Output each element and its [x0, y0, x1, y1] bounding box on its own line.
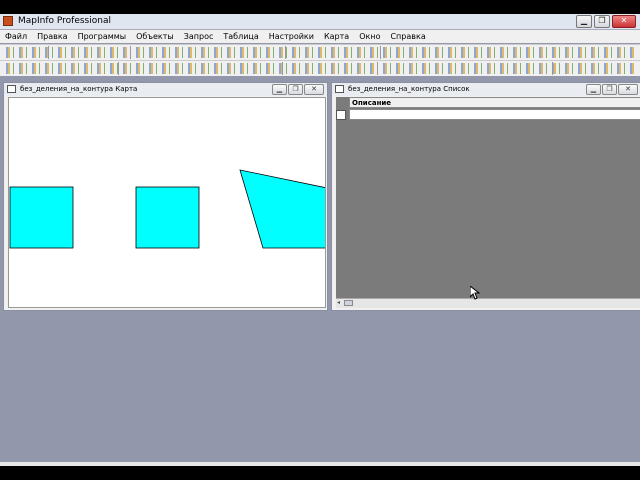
map-maximize-button[interactable]: ❐: [288, 84, 303, 95]
toolbar-separator: [285, 46, 286, 59]
column-header-description[interactable]: Описание: [349, 97, 640, 108]
map-region-trapezoid[interactable]: [239, 169, 326, 249]
browser-window-icon: [335, 85, 344, 93]
map-region-square-left[interactable]: [9, 186, 74, 249]
map-window[interactable]: без_деления_на_контура Карта ▁ ❐ ✕: [3, 82, 328, 311]
map-region-square-center[interactable]: [135, 186, 200, 249]
browser-maximize-button[interactable]: ❐: [602, 84, 617, 95]
application-window: MapInfo Professional ▁ ❐ ✕ Файл Правка П…: [0, 14, 640, 466]
scrollbar-thumb[interactable]: [344, 300, 353, 306]
minimize-button[interactable]: ▁: [576, 15, 592, 28]
toolbar-separator: [380, 46, 381, 59]
tools-toolbar: [0, 60, 640, 76]
horizontal-scrollbar[interactable]: ◂: [336, 298, 640, 308]
app-title: MapInfo Professional: [18, 16, 111, 26]
browser-window-titlebar[interactable]: без_деления_на_контура Список ▁ ❐ ✕: [332, 83, 640, 96]
row-selector-checkbox[interactable]: [336, 110, 346, 120]
status-bar: [0, 462, 640, 466]
map-window-title: без_деления_на_контура Карта: [20, 85, 138, 93]
standard-toolbar: [0, 44, 640, 60]
mapinfo-app-icon: [3, 16, 13, 26]
map-window-controls: ▁ ❐ ✕: [272, 84, 324, 95]
map-minimize-button[interactable]: ▁: [272, 84, 287, 95]
menu-objects[interactable]: Объекты: [131, 32, 179, 41]
toolbar-separator: [118, 62, 119, 75]
scroll-left-arrow-icon[interactable]: ◂: [337, 299, 340, 306]
toolbar-separator: [377, 62, 378, 75]
toolbar-separator: [552, 62, 553, 75]
menu-file[interactable]: Файл: [0, 32, 32, 41]
window-controls: ▁ ❐ ✕: [576, 15, 636, 28]
menu-map[interactable]: Карта: [319, 32, 354, 41]
menu-settings[interactable]: Настройки: [264, 32, 319, 41]
menu-table[interactable]: Таблица: [218, 32, 263, 41]
toolbar-separator: [48, 46, 49, 59]
map-close-button[interactable]: ✕: [304, 84, 324, 95]
toolbar-tool-buttons[interactable]: [4, 63, 636, 74]
map-canvas[interactable]: [8, 97, 326, 308]
map-window-titlebar[interactable]: без_деления_на_контура Карта ▁ ❐ ✕: [4, 83, 327, 96]
app-titlebar: MapInfo Professional ▁ ❐ ✕: [0, 14, 640, 30]
map-window-icon: [7, 85, 16, 93]
menu-programs[interactable]: Программы: [73, 32, 132, 41]
maximize-button[interactable]: ❐: [594, 15, 610, 28]
mouse-cursor-icon: [470, 286, 480, 300]
close-button[interactable]: ✕: [612, 15, 636, 28]
toolbar-buttons[interactable]: [4, 47, 636, 58]
menu-help[interactable]: Справка: [385, 32, 430, 41]
browser-window-controls: ▁ ❐ ✕: [586, 84, 638, 95]
menu-window[interactable]: Окно: [354, 32, 385, 41]
toolbar-separator: [130, 46, 131, 59]
menu-query[interactable]: Запрос: [179, 32, 219, 41]
browser-window-title: без_деления_на_контура Список: [348, 85, 470, 93]
browser-grid[interactable]: Описание ◂: [336, 97, 640, 308]
browser-minimize-button[interactable]: ▁: [586, 84, 601, 95]
browser-close-button[interactable]: ✕: [618, 84, 638, 95]
menu-edit[interactable]: Правка: [32, 32, 72, 41]
browser-window[interactable]: без_деления_на_контура Список ▁ ❐ ✕ Опис…: [331, 82, 640, 311]
map-drawing: [9, 169, 326, 249]
toolbar-separator: [282, 62, 283, 75]
table-cell-description[interactable]: [349, 109, 640, 120]
menu-bar: Файл Правка Программы Объекты Запрос Таб…: [0, 30, 640, 43]
